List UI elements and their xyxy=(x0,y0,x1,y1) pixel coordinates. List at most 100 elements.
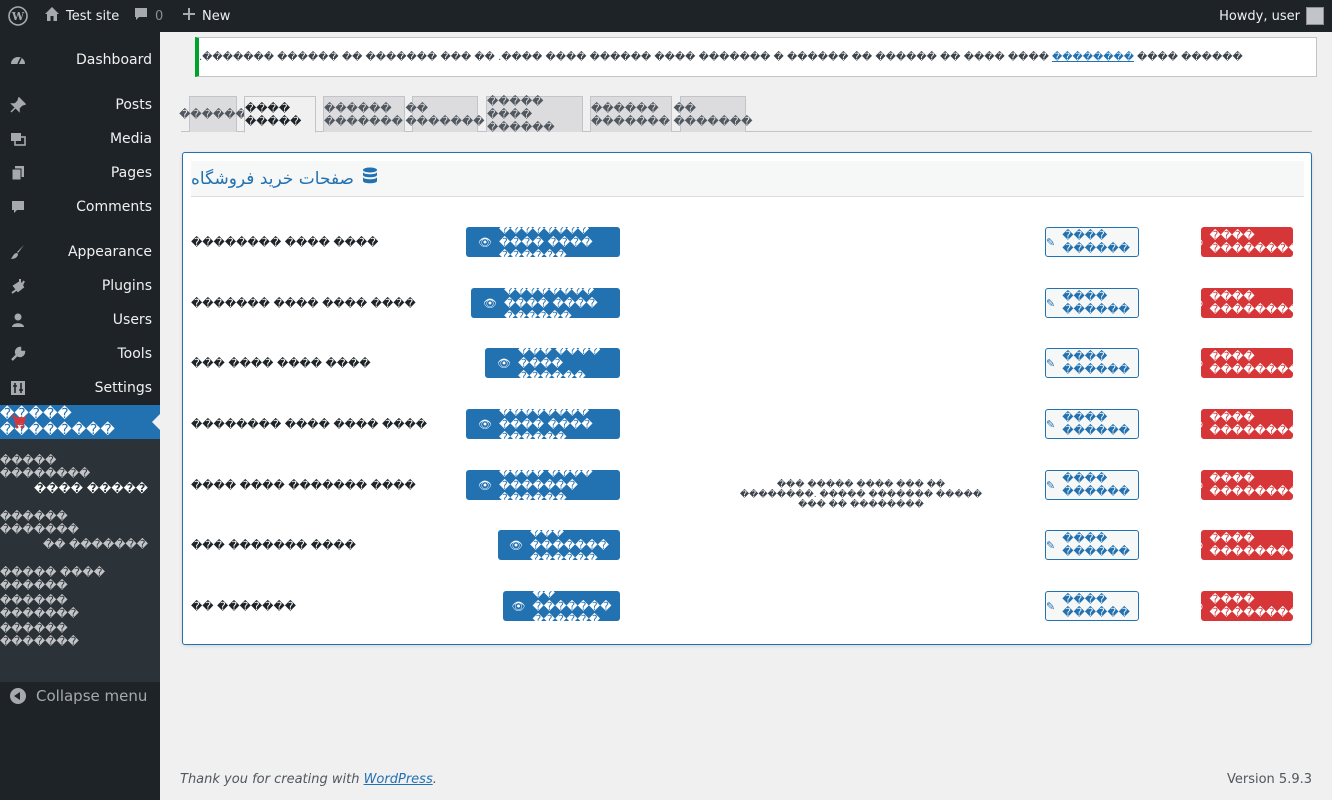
sidebar-item-media[interactable]: Media xyxy=(0,122,160,156)
site-link[interactable]: Test site xyxy=(44,0,119,32)
view-page-button[interactable]: 👁 �������� ���� ���� ������ xyxy=(466,223,620,262)
collapse-label: Collapse menu xyxy=(36,687,148,705)
sidebar-item-posts[interactable]: Posts xyxy=(0,88,160,122)
submenu: ����� �������� ���� ����� ������ �������… xyxy=(0,439,160,682)
submenu-item[interactable]: ������ ������� xyxy=(0,622,148,648)
eye-icon: 👁 xyxy=(478,478,492,492)
new-content-link[interactable]: New xyxy=(182,0,230,32)
sidebar-item-appearance[interactable]: Appearance xyxy=(0,235,160,269)
account-menu[interactable]: Howdy, user xyxy=(1219,0,1324,32)
sidebar-item-label: Media xyxy=(109,131,152,147)
edit-icon: ✎ xyxy=(1046,599,1056,613)
hide-page-button[interactable]: ⊘ ���� �������� xyxy=(1194,530,1300,560)
sidebar-item-tools[interactable]: Tools xyxy=(0,337,160,371)
view-page-button[interactable]: 👁 ��� ������� ������ xyxy=(498,526,620,565)
row-label: �������� ���� ���� xyxy=(191,236,379,249)
card-header: صفحات خرید فروشگاه xyxy=(191,161,1304,197)
admin-bar: W Test site 0 New Howdy, user xyxy=(0,0,1332,32)
edit-icon: ✎ xyxy=(1046,417,1056,431)
edit-page-button[interactable]: ✎ ���� ������ xyxy=(1045,470,1139,500)
tab[interactable]: ����� ���� ������ xyxy=(486,95,583,134)
hide-page-button[interactable]: ⊘ ���� �������� xyxy=(1194,591,1300,621)
tab[interactable]: �� ������� xyxy=(674,96,753,132)
eye-slash-icon: ⊘ xyxy=(1194,235,1204,249)
database-icon xyxy=(362,167,378,190)
admin-sidebar: Dashboard Posts Media Pages Comments App… xyxy=(0,32,160,800)
brush-icon xyxy=(10,244,26,260)
submenu-item-current[interactable]: ���� ����� xyxy=(34,482,148,495)
edit-page-button[interactable]: ✎ ���� ������ xyxy=(1045,530,1139,560)
howdy-label: Howdy, user xyxy=(1219,8,1300,24)
hide-page-button[interactable]: ⊘ ���� �������� xyxy=(1194,409,1300,439)
wordpress-logo-icon[interactable]: W xyxy=(0,0,35,32)
sidebar-item-plugins[interactable]: Plugins xyxy=(0,269,160,303)
view-page-button[interactable]: 👁 �������� ���� ���� ������ xyxy=(471,284,620,323)
submenu-item[interactable]: ������ ������� xyxy=(0,510,148,536)
submenu-item[interactable]: ����� ���� ������ xyxy=(0,566,148,592)
submenu-item[interactable]: ����� �������� xyxy=(0,454,148,480)
sidebar-item-shop-plugin[interactable]: ����� �������� xyxy=(0,405,160,439)
button-label: ���� �������� xyxy=(1209,290,1300,316)
footer-thanks: Thank you for creating with WordPress. xyxy=(180,772,437,787)
page-row: ��� ������� ���� 👁 ��� ������� ������ ✎ ��… xyxy=(191,526,1304,565)
new-label: New xyxy=(202,8,231,24)
comments-link[interactable]: 0 xyxy=(133,0,163,32)
button-label: ���� �������� xyxy=(1209,229,1300,255)
hide-page-button[interactable]: ⊘ ���� �������� xyxy=(1194,227,1300,257)
view-page-button[interactable]: 👁 ��� ���� ���� ������ xyxy=(485,344,620,383)
eye-icon: 👁 xyxy=(478,235,492,249)
view-page-button[interactable]: 👁 �� ������� ������ xyxy=(503,587,620,626)
sidebar-item-comments[interactable]: Comments xyxy=(0,190,160,224)
svg-text:W: W xyxy=(10,10,24,23)
submenu-item[interactable]: ������ ������� xyxy=(0,594,148,620)
button-label: ���� ������ xyxy=(1062,472,1130,498)
sidebar-item-users[interactable]: Users xyxy=(0,303,160,337)
media-icon xyxy=(10,131,26,147)
eye-slash-icon: ⊘ xyxy=(1194,296,1204,310)
button-label: ���� ������ xyxy=(1062,411,1130,437)
view-page-button[interactable]: 👁 �������� ���� ���� ������ xyxy=(466,405,620,444)
shop-pages-card: صفحات خرید فروشگاه �������� ���� ���� 👁 �… xyxy=(182,152,1312,645)
notice-link[interactable]: �������� xyxy=(1052,52,1134,63)
tab[interactable]: ������ ������� xyxy=(590,96,672,132)
page-row: �� ������� 👁 �� ������� ������ ✎ ���� ����… xyxy=(191,587,1304,626)
tab[interactable]: �� ������� xyxy=(406,96,485,132)
eye-icon: 👁 xyxy=(478,417,492,431)
edit-icon: ✎ xyxy=(1046,538,1056,552)
sidebar-item-pages[interactable]: Pages xyxy=(0,156,160,190)
sidebar-item-settings[interactable]: Settings xyxy=(0,371,160,405)
button-label: ���� �������� xyxy=(1209,593,1300,619)
row-label: �������� ���� ���� ���� xyxy=(191,418,428,431)
page-row: ������� ���� ���� ���� 👁 �������� ���� ��… xyxy=(191,284,1304,323)
button-label: �������� ���� ���� ������ xyxy=(498,222,593,262)
notice-text-before: ������ ���� xyxy=(1136,51,1243,63)
sidebar-item-dashboard[interactable]: Dashboard xyxy=(0,43,160,77)
row-label: ������� ���� ���� ���� xyxy=(191,297,416,310)
tab[interactable]: ������ xyxy=(179,96,247,132)
wordpress-link[interactable]: WordPress xyxy=(364,772,433,787)
user-icon xyxy=(10,312,26,328)
eye-icon: 👁 xyxy=(511,599,526,613)
tab-active[interactable]: ���� ����� xyxy=(244,96,316,133)
submenu-item[interactable]: �� ������� xyxy=(43,538,148,551)
button-label: ��� ���� ���� ������ xyxy=(517,343,601,383)
eye-icon: 👁 xyxy=(497,356,511,370)
eye-slash-icon: ⊘ xyxy=(1194,417,1204,431)
edit-page-button[interactable]: ✎ ���� ������ xyxy=(1045,409,1139,439)
button-label: ��� ������� ������ xyxy=(530,525,609,565)
edit-page-button[interactable]: ✎ ���� ������ xyxy=(1045,288,1139,318)
tab[interactable]: ������ ������� xyxy=(323,96,405,132)
collapse-menu-button[interactable]: Collapse menu xyxy=(10,687,147,705)
view-page-button[interactable]: 👁 ���� ���� ������� ������ xyxy=(466,466,620,505)
cart-icon xyxy=(10,414,26,430)
hide-page-button[interactable]: ⊘ ���� �������� xyxy=(1194,288,1300,318)
hide-page-button[interactable]: ⊘ ���� �������� xyxy=(1194,470,1300,500)
edit-page-button[interactable]: ✎ ���� ������ xyxy=(1045,591,1139,621)
version-text: Version 5.9.3 xyxy=(1226,772,1312,787)
edit-page-button[interactable]: ✎ ���� ������ xyxy=(1045,348,1139,378)
eye-slash-icon: ⊘ xyxy=(1194,356,1204,370)
hide-page-button[interactable]: ⊘ ���� �������� xyxy=(1194,348,1300,378)
card-title: صفحات خرید فروشگاه xyxy=(191,168,354,189)
edit-page-button[interactable]: ✎ ���� ������ xyxy=(1045,227,1139,257)
eye-slash-icon: ⊘ xyxy=(1194,599,1204,613)
